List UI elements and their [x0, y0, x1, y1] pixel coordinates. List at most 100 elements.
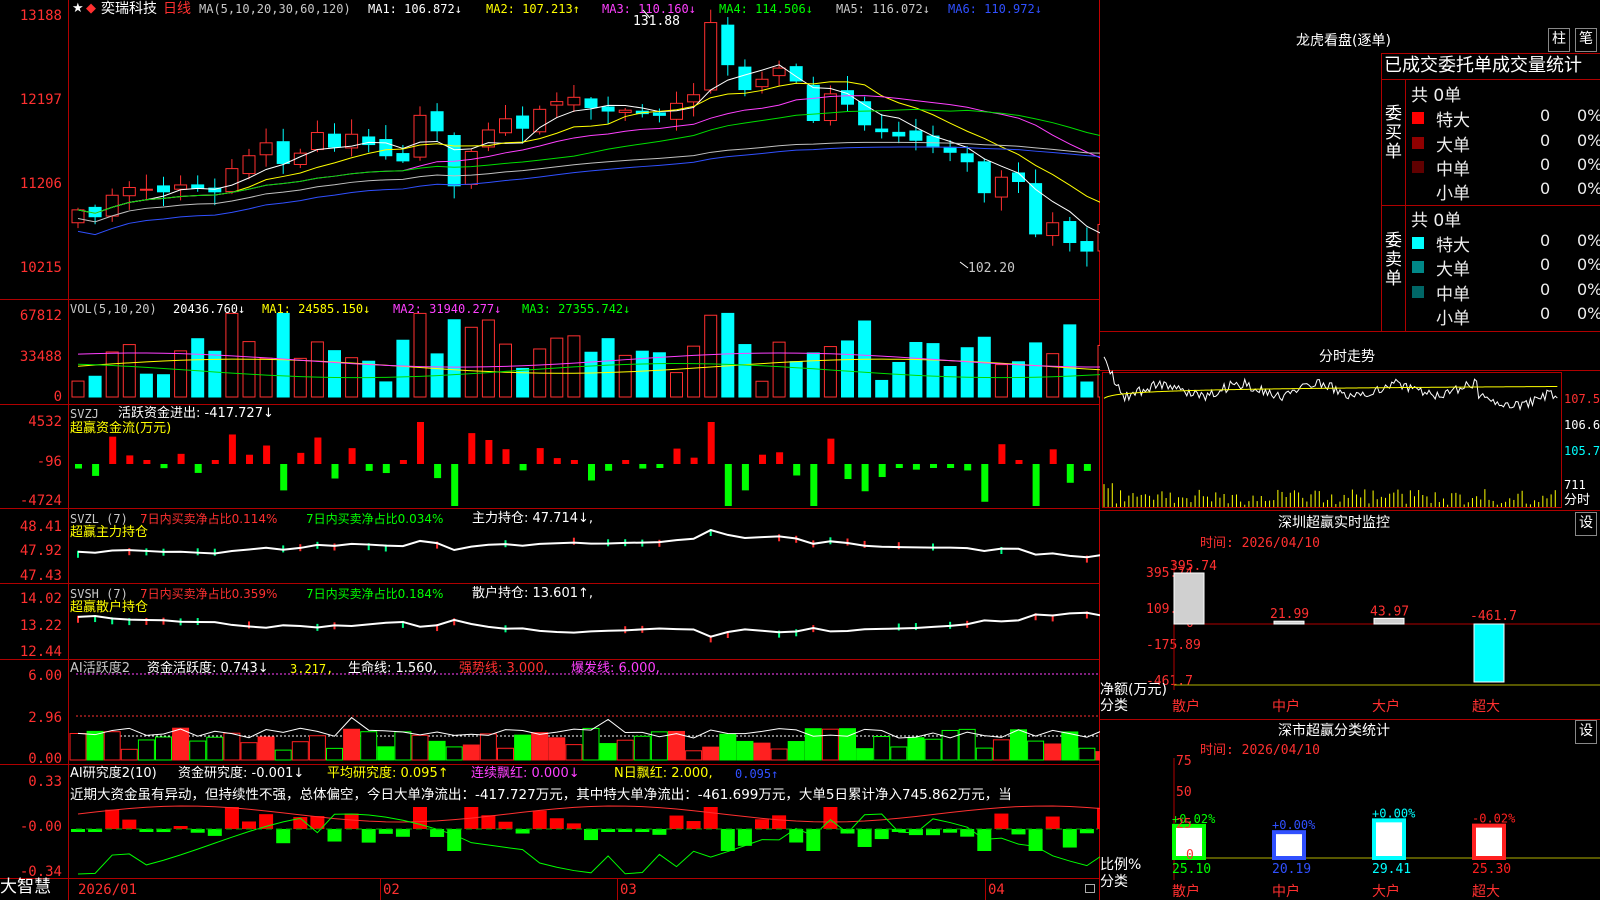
activity-bar [206, 736, 224, 761]
fund-flow-bar [194, 464, 202, 473]
volume-bar [464, 326, 478, 398]
intraday-price-line [1103, 356, 1558, 412]
cls-bar [1472, 823, 1506, 861]
research-bar [857, 829, 872, 847]
fund-flow-bar [1066, 464, 1074, 483]
activity-bar [411, 734, 429, 761]
ai1-title: AI活跃度2 [70, 661, 130, 676]
sz-category-label: 中户 [1272, 698, 1300, 715]
research-bar [327, 829, 342, 842]
volume-bar [242, 341, 256, 398]
vol-tick: 0 [53, 389, 62, 405]
research-bar [498, 821, 513, 829]
activity-bar [69, 733, 87, 761]
volume-bar [396, 339, 410, 398]
candle-body [704, 22, 718, 91]
fund-flow-bar [485, 439, 493, 464]
activity-bar [1010, 729, 1027, 761]
candle-body [499, 118, 512, 134]
fund-flow-bar [1015, 460, 1023, 464]
activity-bar [343, 728, 361, 761]
research-bar [943, 829, 958, 833]
cls-ylabel: 比例% [1100, 857, 1142, 873]
volume-bar [276, 312, 290, 398]
retail-holding-line [77, 611, 1100, 638]
activity-bar [856, 748, 874, 761]
activity-bar [479, 733, 497, 761]
activity-bar [514, 734, 532, 761]
activity-bar [599, 743, 617, 761]
research-bar [481, 815, 496, 829]
volume-bar [977, 336, 991, 398]
candle-body [157, 185, 170, 193]
activity-bar [240, 742, 258, 761]
candle-body [909, 130, 923, 141]
ma-line [77, 108, 1100, 214]
fund-flow-bar [177, 453, 185, 464]
cls-settings-button[interactable]: 设 [1575, 720, 1597, 744]
research-bar [772, 815, 787, 829]
research-bar [1079, 829, 1094, 834]
ai2-nday-red: N日飘红: 2.000, [614, 766, 713, 781]
activity-bar [907, 737, 925, 761]
volume-bar [875, 379, 889, 398]
date-tick: 02 [383, 882, 400, 898]
candle-body [738, 66, 752, 91]
candle-body [310, 132, 324, 151]
cls-title: 深市超赢分类统计 [1278, 723, 1390, 739]
fund-flow-bar [297, 452, 305, 464]
lock-icon[interactable] [1085, 884, 1095, 893]
candle-body [823, 93, 837, 122]
research-bar [207, 829, 222, 836]
fund-flow-bar [793, 464, 801, 476]
low-price-marker [959, 261, 969, 269]
activity-bar [992, 739, 1010, 761]
activity-bar [360, 731, 378, 761]
svsh-ratio-a: 7日内买卖净占比0.359% [140, 587, 278, 601]
research-bar [994, 813, 1009, 829]
research-bar [755, 819, 769, 829]
svzj-tick: -96 [36, 454, 62, 470]
research-bar [344, 813, 359, 829]
research-bar [720, 829, 735, 851]
candle-body [806, 84, 820, 122]
fund-flow-bar [246, 454, 253, 464]
sz-bar-label: 395.74 [1170, 559, 1217, 574]
volume-bar [1046, 353, 1060, 398]
candle-body [533, 108, 547, 133]
ai2-note: 近期大资金虽有异动，但持续性不强，总体偏空，今日大单净流出：-417.727万元… [70, 787, 1012, 803]
activity-bar [497, 747, 514, 761]
ai1-strongline: 强势线: 3.000, [459, 661, 548, 676]
fund-flow-bar [947, 464, 955, 468]
kline-chart[interactable] [0, 0, 1100, 900]
volume-bar [71, 380, 85, 398]
volume-bar [499, 343, 512, 398]
sz-bar-label: 21.99 [1270, 607, 1309, 622]
low-price-label: 102.20 [968, 261, 1015, 276]
ai1-activity: 资金活跃度: 0.743↓ [147, 661, 269, 676]
svsh-ratio-b: 7日内买卖净占比0.184% [306, 587, 444, 601]
research-bar [361, 829, 376, 843]
research-bar [926, 829, 940, 836]
sz-monitor-chart: 395.74散户21.99中户43.97大户-461.7超大+0.02%25.1… [1103, 356, 1600, 900]
research-bar [686, 821, 701, 829]
activity-bar [890, 746, 908, 761]
sz-category-label: 大户 [1372, 698, 1400, 715]
volume-bar [772, 341, 786, 398]
fund-flow-bar [810, 464, 818, 506]
main-chart-area[interactable]: ★ ◆ 奕瑞科技 日线 MA(5,10,20,30,60,120) MA1: 1… [0, 0, 1100, 900]
fund-flow-bar [964, 464, 972, 471]
volume-bar [584, 351, 598, 398]
candle-body [772, 67, 786, 77]
candle-body [464, 150, 478, 185]
activity-bar [257, 736, 275, 761]
volume-bar [293, 357, 307, 398]
research-bar [276, 829, 291, 844]
research-bar [1045, 816, 1060, 829]
cls-change-label: +0.00% [1272, 818, 1316, 832]
volume-bar [310, 341, 324, 398]
activity-bar [941, 729, 959, 761]
vol-ma1: MA1: 24585.150↓ [262, 302, 371, 316]
activity-bar [685, 750, 703, 761]
svzl-holding: 主力持仓: 47.714↓, [472, 511, 594, 526]
